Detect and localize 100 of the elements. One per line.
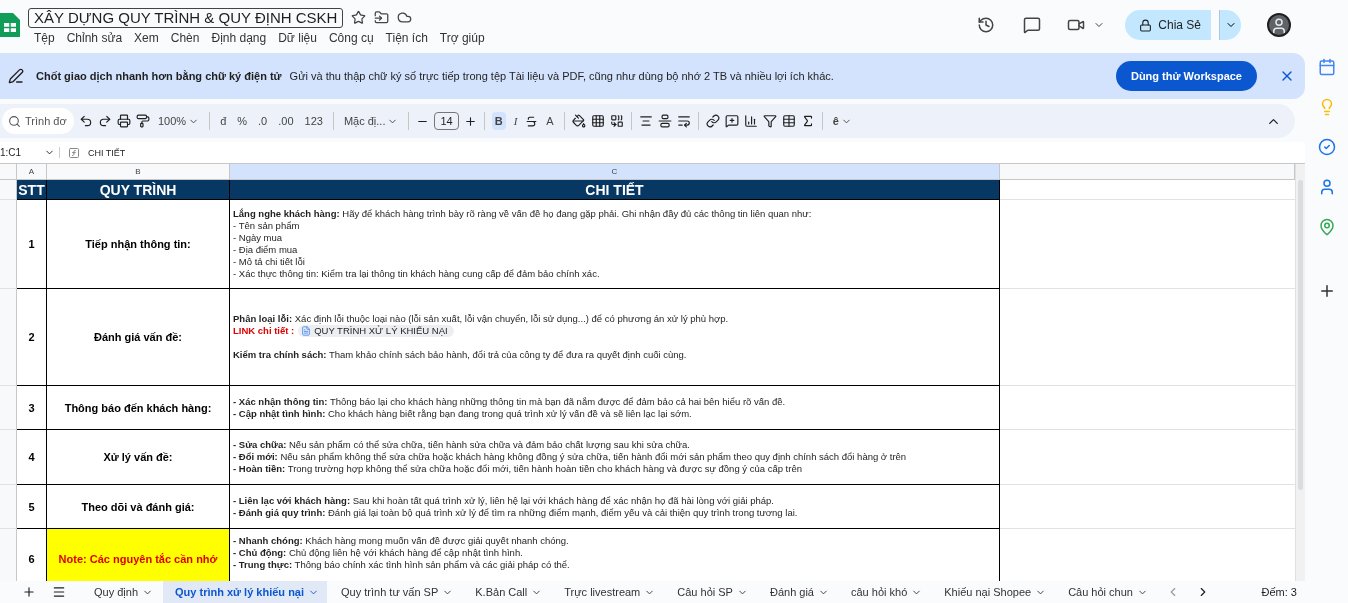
try-workspace-button[interactable]: Dùng thử Workspace xyxy=(1115,61,1257,91)
input-tools-button[interactable]: ê xyxy=(829,112,855,130)
column-header[interactable]: C xyxy=(230,164,1000,180)
font-size-field[interactable]: 14 xyxy=(434,112,459,130)
table-cell: Xử lý vấn đề: xyxy=(47,430,230,485)
star-icon[interactable] xyxy=(351,10,367,25)
undo-icon[interactable] xyxy=(79,114,93,128)
wrap-icon[interactable] xyxy=(676,114,691,128)
detail-text: - Địa điểm mua xyxy=(233,244,299,256)
sheet-tab[interactable]: câu hỏi khó xyxy=(839,581,931,603)
document-chip[interactable]: QUY TRÌNH XỬ LÝ KHIẾU NẠI xyxy=(298,325,454,337)
search-icon xyxy=(8,114,21,128)
paint-format-icon[interactable] xyxy=(136,114,150,128)
detail-text: - Sửa chữa: Nếu sản phẩm có thể sửa chữa, tiến hành sửa chữa và đảm bảo chất lượng sau khi sửa chữa. xyxy=(233,439,691,451)
strikethrough-icon[interactable] xyxy=(525,114,539,128)
detail-text: - Đổi mới: Nếu sản phẩm không thể sửa chữa hoặc khách hàng không đồng ý sửa chữa, tiến hành đổi mới sản phẩm theo quy định chính sách đổi hàng ở trên xyxy=(233,451,908,463)
add-sheet-icon[interactable] xyxy=(22,585,36,599)
link-icon[interactable] xyxy=(705,114,720,128)
table-cell: 2 xyxy=(17,289,47,386)
column-header[interactable]: A xyxy=(17,164,47,180)
table-cell: Đánh giá vấn đề: xyxy=(47,289,230,386)
menu-item[interactable]: Định dạng xyxy=(205,28,273,47)
sheet-tab[interactable]: Trực livestream xyxy=(552,581,664,603)
document-title[interactable]: XÂY DỰNG QUY TRÌNH & QUY ĐỊNH CSKH xyxy=(28,7,344,28)
banner-text: Gửi và thu thập chữ ký số trực tiếp trong tệp Tài liệu và PDF, cũng như dùng bộ nhớ 2 TB và nhiều lợi ích khác. xyxy=(289,70,835,82)
user-icon xyxy=(1270,17,1288,35)
formula-field[interactable]: CHI TIẾT xyxy=(88,147,126,158)
signature-icon xyxy=(8,68,24,84)
table-cell: 1 xyxy=(17,200,47,289)
menu-item[interactable]: Chèn xyxy=(164,28,206,47)
sheet-tab[interactable]: Câu hỏi SP xyxy=(665,581,756,603)
detail-text: Kiểm tra chính sách: Tham khảo chính sách bảo hành, đổi trả của công ty để đưa ra quyết định cuối cùng. xyxy=(233,349,688,361)
table-cell: Tiếp nhận thông tin: xyxy=(47,200,230,289)
menu-item[interactable]: Dữ liệu xyxy=(272,28,323,47)
lock-icon xyxy=(1139,18,1153,32)
avatar[interactable] xyxy=(1267,13,1291,37)
table-icon[interactable] xyxy=(781,114,796,128)
menu-item[interactable]: Tệp xyxy=(28,28,61,47)
merge-icon[interactable] xyxy=(609,114,624,128)
menu-item[interactable]: Chỉnh sửa xyxy=(60,28,129,47)
history-icon[interactable] xyxy=(977,16,996,34)
bold-button[interactable]: B xyxy=(491,112,506,130)
text-color-button[interactable]: A xyxy=(543,112,557,130)
calendar-icon[interactable] xyxy=(1317,58,1336,76)
detail-text: - Chủ động: Chủ động liên hệ với khách hàng để cập nhật tình hình. xyxy=(233,547,524,559)
italic-button[interactable]: I xyxy=(510,112,521,130)
font-dropdown[interactable]: Mặc đị... xyxy=(340,112,402,130)
fill-color-icon[interactable] xyxy=(571,114,586,128)
share-button[interactable]: Chia Sẻ xyxy=(1125,10,1211,40)
menu-search-field[interactable]: Trình đơ xyxy=(2,108,74,134)
menu-item[interactable]: Công cụ xyxy=(322,28,380,47)
comment-icon[interactable] xyxy=(1023,16,1042,34)
vertical-align-icon[interactable] xyxy=(657,114,672,128)
redo-icon[interactable] xyxy=(98,114,112,128)
align-icon[interactable] xyxy=(638,114,653,128)
count-status: Đếm: 3 xyxy=(1261,586,1297,598)
document-icon xyxy=(301,326,312,336)
menu-item[interactable]: Tiện ích xyxy=(379,28,434,47)
sheets-logo-icon[interactable] xyxy=(0,11,20,39)
currency-button[interactable]: đ xyxy=(217,112,230,130)
detail-text: - Nhanh chóng: Khách hàng mong muốn vấn đề được giải quyết nhanh chóng. xyxy=(233,535,570,547)
menu-icon[interactable] xyxy=(52,585,66,599)
print-icon[interactable] xyxy=(117,114,131,128)
cloud-icon[interactable] xyxy=(397,10,413,25)
sheet-tab[interactable]: K.Bản Call xyxy=(463,581,551,603)
detail-text: - Hoàn tiền: Trong trường hợp không thể sửa chữa hoặc đổi mới, tiến hành hoàn tiền cho khách hàng và được sự đồng ý của cấp trên xyxy=(233,463,803,475)
sheet-tab[interactable]: Đánh giá xyxy=(757,581,837,603)
detail-text: - Tên sản phẩm xyxy=(233,220,301,232)
map-pin-icon[interactable] xyxy=(1317,218,1336,236)
detail-text: - Cập nhật tình hình: Cho khách hàng biết rằng bạn đang trong quá trình xử lý vấn đề và sẽ liên lạc lại sớm. xyxy=(233,407,693,420)
table-cell: Note: Các nguyên tắc cần nhớ xyxy=(47,529,230,581)
detail-text: Lắng nghe khách hàng: Hãy để khách hàng trình bày rõ ràng về vấn đề họ đang gặp phải. Ghi nhận đầy đủ các thông tin liên quan như: xyxy=(233,208,813,220)
increase-decimal-button[interactable]: .00 xyxy=(275,112,297,130)
menu-item[interactable]: Xem xyxy=(128,28,165,47)
menu-item[interactable]: Trợ giúp xyxy=(433,28,491,47)
table-cell: Theo dõi và đánh giá: xyxy=(47,485,230,529)
sheet-tab[interactable]: Quy trình xử lý khiếu nại xyxy=(163,581,328,603)
zoom-dropdown[interactable]: 100% xyxy=(155,112,203,130)
sheet-tab[interactable]: Câu hỏi chun xyxy=(1056,581,1156,603)
borders-icon[interactable] xyxy=(590,114,605,128)
header-cell: CHI TIẾT xyxy=(230,180,1000,200)
plus-icon[interactable] xyxy=(463,114,477,128)
decrease-decimal-button[interactable]: .0 xyxy=(255,112,271,130)
column-header[interactable]: B xyxy=(47,164,230,180)
header-cell: STT xyxy=(17,180,47,200)
detail-text: - Ngày mua xyxy=(233,232,284,244)
name-box[interactable]: 1:C1 xyxy=(0,147,60,158)
chart-icon[interactable] xyxy=(743,114,758,128)
sheet-tab[interactable]: Quy trình tư vấn SP xyxy=(329,581,462,603)
share-menu-button[interactable] xyxy=(1219,10,1241,40)
comment-add-icon[interactable] xyxy=(724,114,739,128)
filter-icon[interactable] xyxy=(762,114,777,128)
tasks-icon[interactable] xyxy=(1317,138,1336,156)
detail-text: - Xác thực thông tin: Kiểm tra lại thông tin khách hàng cung cấp để đảm bảo chính xác. xyxy=(233,268,601,280)
number-format-button[interactable]: 123 xyxy=(301,112,326,130)
sheet-tab[interactable]: Khiếu nại Shopee xyxy=(932,581,1055,603)
sheet-tab[interactable]: Quy định xyxy=(82,581,162,603)
table-cell: Thông báo đến khách hàng: xyxy=(47,386,230,430)
percent-button[interactable]: % xyxy=(234,112,251,130)
folder-icon[interactable] xyxy=(374,10,390,25)
